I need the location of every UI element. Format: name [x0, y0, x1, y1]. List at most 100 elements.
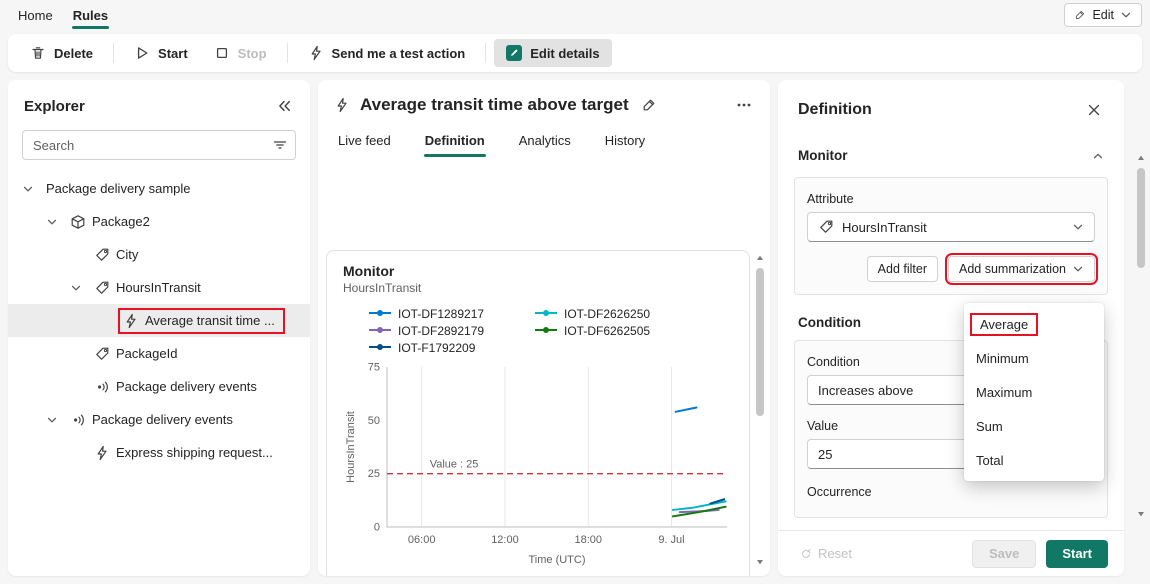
tree-item-average-transit-time[interactable]: Average transit time ... [8, 304, 310, 337]
svg-text:0: 0 [374, 522, 380, 534]
add-filter-button[interactable]: Add filter [867, 256, 938, 282]
collapse-panel-button[interactable] [274, 96, 294, 116]
lightning-icon [308, 45, 324, 61]
search-input[interactable] [22, 130, 296, 160]
send-test-action-button[interactable]: Send me a test action [296, 39, 478, 67]
menu-item-average[interactable]: Average [964, 307, 1104, 341]
scroll-up-icon[interactable] [754, 252, 766, 264]
svg-text:50: 50 [368, 415, 380, 427]
svg-text:12:00: 12:00 [491, 534, 519, 546]
tab-history[interactable]: History [595, 125, 655, 157]
tree-item-label: Package2 [92, 214, 150, 229]
start-rule-button[interactable]: Start [1046, 540, 1108, 568]
tree-item-package2[interactable]: Package2 [8, 205, 310, 238]
stop-icon [214, 45, 230, 61]
trash-icon [30, 45, 46, 61]
edit-details-icon [506, 45, 522, 61]
legend-marker [369, 307, 391, 321]
chevron-down-icon[interactable] [70, 282, 94, 294]
chevron-down-icon[interactable] [22, 183, 46, 195]
eventstream-icon [94, 379, 116, 395]
chevron-down-icon[interactable] [46, 216, 70, 228]
tree-item-label: Package delivery events [92, 412, 233, 427]
legend-item: IOT-DF2626250 [535, 307, 733, 321]
double-chevron-left-icon [276, 98, 292, 114]
chevron-down-icon [1072, 263, 1084, 275]
pencil-icon [641, 97, 657, 113]
occurrence-label: Occurrence [807, 485, 1095, 499]
menu-item-minimum[interactable]: Minimum [964, 341, 1104, 375]
scrollbar-thumb[interactable] [1137, 168, 1145, 268]
add-summarization-button[interactable]: Add summarization [948, 256, 1095, 282]
scroll-up-icon[interactable] [1135, 152, 1147, 164]
legend-item: IOT-DF6262505 [535, 324, 733, 338]
nav-tab-home[interactable]: Home [8, 2, 63, 29]
monitor-card-title: Monitor [343, 263, 733, 279]
menu-item-label: Maximum [976, 385, 1032, 400]
menu-item-total[interactable]: Total [964, 443, 1104, 477]
legend-marker [535, 307, 557, 321]
rename-rule-button[interactable] [639, 95, 659, 115]
menu-item-label: Minimum [976, 351, 1029, 366]
rule-bolt-icon [123, 313, 145, 329]
nav-tab-rules[interactable]: Rules [63, 2, 118, 29]
rule-bolt-icon [94, 445, 116, 461]
menu-item-label: Average [980, 317, 1028, 332]
save-button[interactable]: Save [972, 540, 1036, 568]
start-button[interactable]: Start [122, 39, 200, 67]
detail-scrollbar[interactable] [753, 252, 767, 568]
attribute-dropdown-value: HoursInTransit [842, 220, 927, 235]
tree-item-hoursintransit[interactable]: HoursInTransit [8, 271, 310, 304]
scroll-down-icon[interactable] [1135, 508, 1147, 520]
eventstream-icon [70, 412, 92, 428]
page-scrollbar[interactable] [1134, 152, 1148, 520]
tree-item-label: Package delivery events [116, 379, 257, 394]
filter-icon[interactable] [272, 137, 288, 153]
menu-item-label: Total [976, 453, 1003, 468]
scrollbar-thumb[interactable] [756, 268, 764, 416]
tree-item-express-shipping-request[interactable]: Express shipping request... [8, 436, 310, 469]
legend-marker [535, 324, 557, 338]
menu-item-sum[interactable]: Sum [964, 409, 1104, 443]
legend-label: IOT-DF2626250 [564, 307, 650, 321]
delete-button[interactable]: Delete [18, 39, 105, 67]
chevron-down-icon[interactable] [46, 414, 70, 426]
delete-label: Delete [54, 46, 93, 61]
pencil-icon [1074, 9, 1086, 21]
tree-item-label: Average transit time ... [145, 313, 275, 328]
more-options-button[interactable] [734, 95, 754, 115]
tree-item-package-delivery-sample[interactable]: Package delivery sample [8, 172, 310, 205]
legend-label: IOT-DF1289217 [398, 307, 484, 321]
close-panel-button[interactable] [1084, 100, 1104, 120]
reset-label: Reset [818, 546, 852, 561]
svg-text:75: 75 [368, 362, 380, 374]
tree-item-package-delivery-events-2[interactable]: Package delivery events [8, 403, 310, 436]
tab-live-feed[interactable]: Live feed [328, 125, 401, 157]
attribute-dropdown[interactable]: HoursInTransit [807, 212, 1095, 242]
legend-label: IOT-DF2892179 [398, 324, 484, 338]
reset-button[interactable]: Reset [794, 545, 858, 562]
svg-text:18:00: 18:00 [574, 534, 602, 546]
tree-item-label: Package delivery sample [46, 181, 191, 196]
stop-button[interactable]: Stop [202, 39, 279, 67]
tree-item-city[interactable]: City [8, 238, 310, 271]
edit-details-button[interactable]: Edit details [494, 39, 611, 67]
svg-text:Time (UTC): Time (UTC) [528, 554, 585, 566]
explorer-tree: Package delivery sample Package2 City Ho… [8, 172, 310, 469]
tab-definition[interactable]: Definition [415, 125, 495, 157]
menu-item-maximum[interactable]: Maximum [964, 375, 1104, 409]
tab-analytics[interactable]: Analytics [509, 125, 581, 157]
close-icon [1086, 102, 1102, 118]
scroll-down-icon[interactable] [754, 556, 766, 568]
add-summarization-label: Add summarization [959, 262, 1066, 276]
svg-text:9. Jul: 9. Jul [658, 534, 684, 546]
tree-item-label: City [116, 247, 138, 262]
monitor-line-chart: 06:0012:0018:009. Jul0255075Value : 25Ti… [343, 355, 737, 569]
tree-item-packageid[interactable]: PackageId [8, 337, 310, 370]
tree-item-package-delivery-events[interactable]: Package delivery events [8, 370, 310, 403]
detail-tabs: Live feed Definition Analytics History [318, 117, 770, 157]
monitor-section-header[interactable]: Monitor [778, 126, 1124, 177]
toolbar-divider [287, 43, 288, 63]
edit-button[interactable]: Edit [1064, 3, 1142, 27]
annotation-highlight-box: Average [970, 313, 1038, 336]
